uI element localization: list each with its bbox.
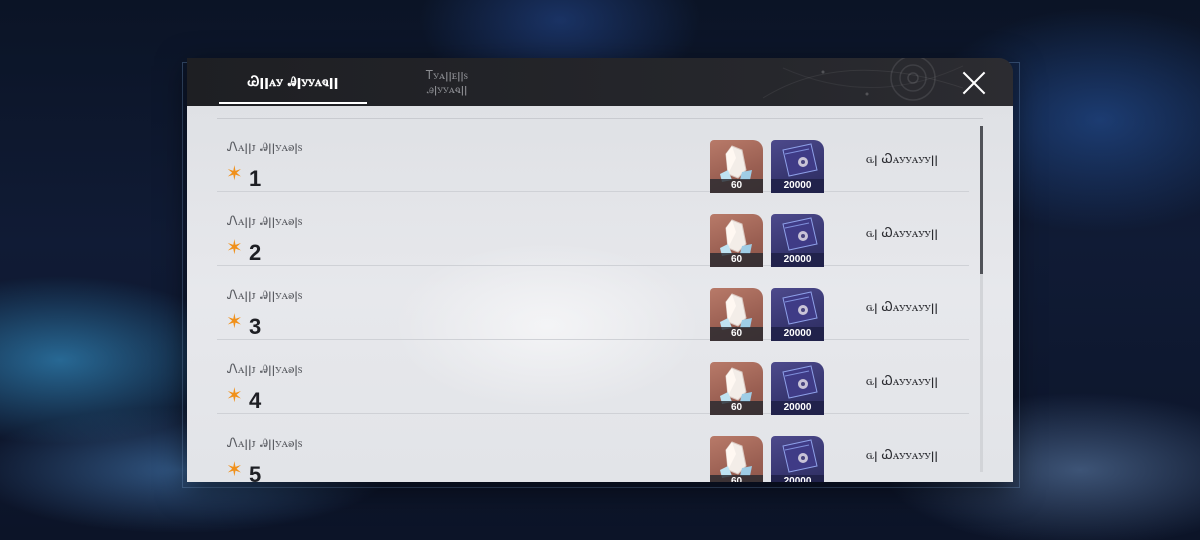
row-level: 5 [249, 462, 262, 482]
row-title: Ꮑꭺꞁꞁꭻ Ꭿꞁꞁꭹꭺꭷꞁꮪ [227, 214, 303, 229]
star-icon: ✶ [226, 161, 243, 185]
claim-status[interactable]: ꮹꞁ Ꮗꭺꭹꭹꭺꭹꭹꞁꞁ [837, 374, 967, 389]
rewards-list-panel: Ꮑꭺꞁꞁꭻ Ꭿꞁꞁꭹꭺꭷꞁꮪ ✶ 1 60 20000 ꮹꞁ Ꮗꭺꭹꭹꭺꭹꭹꞁꞁ… [187, 106, 1013, 482]
tab-label: Ꮚꞁꞁꭺꭹ Ꭿꞁꭹꭹꭺꮔꞁꞁ [247, 74, 339, 90]
orbit-decoration [763, 58, 963, 101]
claim-status[interactable]: ꮹꞁ Ꮗꭺꭹꭹꭺꭹꭹꞁꞁ [837, 152, 967, 167]
rewards-dialog: Ꮚꞁꞁꭺꭹ Ꭿꞁꭹꭹꭺꮔꞁꞁ Ꭲꭹꭺꞁꞁꭼꞁꞁꮪ ꭿꞁꭹꭹꭺꮔꞁꞁ Ꮑꭺꞁꞁꭻ … [187, 58, 1013, 482]
reward-qty: 60 [710, 475, 763, 482]
star-icon: ✶ [226, 457, 243, 481]
tab-milestone-rewards[interactable]: Ꭲꭹꭺꞁꞁꭼꞁꞁꮪ ꭿꞁꭹꭹꭺꮔꞁꞁ [392, 58, 502, 106]
reward-crystal[interactable]: 60 [710, 288, 763, 341]
reward-crystal[interactable]: 60 [710, 214, 763, 267]
reward-qty: 60 [710, 401, 763, 415]
list-item: Ꮑꭺꞁꞁꭻ Ꭿꞁꞁꭹꭺꭷꞁꮪ ✶ 3 60 20000 ꮹꞁ Ꮗꭺꭹꭹꭺꭹꭹꞁꞁ [217, 266, 969, 341]
row-title: Ꮑꭺꞁꞁꭻ Ꭿꞁꞁꭹꭺꭷꞁꮪ [227, 436, 303, 451]
close-icon[interactable] [961, 70, 987, 96]
reward-credit[interactable]: 20000 [771, 436, 824, 482]
row-title: Ꮑꭺꞁꞁꭻ Ꭿꞁꞁꭹꭺꭷꞁꮪ [227, 140, 303, 155]
star-icon: ✶ [226, 235, 243, 259]
reward-qty: 60 [710, 327, 763, 341]
star-icon: ✶ [226, 309, 243, 333]
reward-qty: 20000 [771, 253, 824, 267]
list-item: Ꮑꭺꞁꞁꭻ Ꭿꞁꞁꭹꭺꭷꞁꮪ ✶ 1 60 20000 ꮹꞁ Ꮗꭺꭹꭹꭺꭹꭹꞁꞁ [217, 118, 969, 193]
reward-crystal[interactable]: 60 [710, 436, 763, 482]
reward-qty: 20000 [771, 327, 824, 341]
star-icon: ✶ [226, 383, 243, 407]
row-level: 2 [249, 240, 262, 265]
reward-credit[interactable]: 20000 [771, 214, 824, 267]
reward-credit[interactable]: 20000 [771, 140, 824, 193]
row-title: Ꮑꭺꞁꞁꭻ Ꭿꞁꞁꭹꭺꭷꞁꮪ [227, 288, 303, 303]
reward-crystal[interactable]: 60 [710, 362, 763, 415]
tab-daily-rewards[interactable]: Ꮚꞁꞁꭺꭹ Ꭿꞁꭹꭹꭺꮔꞁꞁ [219, 58, 367, 106]
row-title: Ꮑꭺꞁꞁꭻ Ꭿꞁꞁꭹꭺꭷꞁꮪ [227, 362, 303, 377]
reward-qty: 20000 [771, 401, 824, 415]
list-item: Ꮑꭺꞁꞁꭻ Ꭿꞁꞁꭹꭺꭷꞁꮪ ✶ 4 60 20000 ꮹꞁ Ꮗꭺꭹꭹꭺꭹꭹꞁꞁ [217, 340, 969, 415]
claim-status[interactable]: ꮹꞁ Ꮗꭺꭹꭹꭺꭹꭹꞁꞁ [837, 226, 967, 241]
reward-qty: 60 [710, 253, 763, 267]
reward-qty: 60 [710, 179, 763, 193]
list-item: Ꮑꭺꞁꞁꭻ Ꭿꞁꞁꭹꭺꭷꞁꮪ ✶ 5 60 20000 ꮹꞁ Ꮗꭺꭹꭹꭺꭹꭹꞁꞁ [217, 414, 969, 482]
reward-qty: 20000 [771, 475, 824, 482]
tab-label: Ꭲꭹꭺꞁꞁꭼꞁꞁꮪ ꭿꞁꭹꭹꭺꮔꞁꞁ [426, 68, 468, 96]
claim-status[interactable]: ꮹꞁ Ꮗꭺꭹꭹꭺꭹꭹꞁꞁ [837, 448, 967, 463]
dialog-header: Ꮚꞁꞁꭺꭹ Ꭿꞁꭹꭹꭺꮔꞁꞁ Ꭲꭹꭺꞁꞁꭼꞁꞁꮪ ꭿꞁꭹꭹꭺꮔꞁꞁ [187, 58, 1013, 106]
reward-credit[interactable]: 20000 [771, 362, 824, 415]
reward-credit[interactable]: 20000 [771, 288, 824, 341]
reward-crystal[interactable]: 60 [710, 140, 763, 193]
reward-qty: 20000 [771, 179, 824, 193]
row-level: 1 [249, 166, 262, 191]
list-item: Ꮑꭺꞁꞁꭻ Ꭿꞁꞁꭹꭺꭷꞁꮪ ✶ 2 60 20000 ꮹꞁ Ꮗꭺꭹꭹꭺꭹꭹꞁꞁ [217, 192, 969, 267]
row-level: 3 [249, 314, 262, 339]
claim-status[interactable]: ꮹꞁ Ꮗꭺꭹꭹꭺꭹꭹꞁꞁ [837, 300, 967, 315]
tab-active-underline [219, 102, 367, 104]
row-level: 4 [249, 388, 262, 413]
scrollbar-thumb[interactable] [980, 126, 983, 274]
